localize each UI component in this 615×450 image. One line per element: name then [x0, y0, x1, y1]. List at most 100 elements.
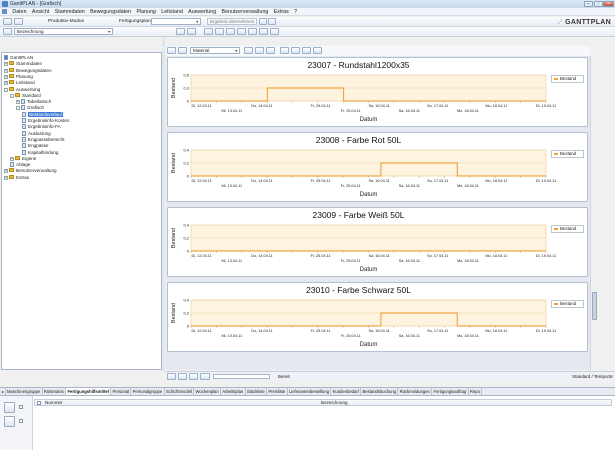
- tab-schichtmodell[interactable]: Schichtmodell: [165, 388, 195, 395]
- tab-lieferantenbestellung[interactable]: Lieferantenbestellung: [288, 388, 332, 395]
- tree-expander-icon[interactable]: +: [4, 68, 8, 73]
- nav-back-button[interactable]: [3, 18, 12, 25]
- tab-repo[interactable]: Repo: [469, 388, 483, 395]
- add-button[interactable]: [244, 47, 253, 54]
- tree-expander-icon[interactable]: +: [4, 62, 8, 67]
- maximize-button[interactable]: ▫: [594, 1, 603, 7]
- tool-button-3[interactable]: [204, 28, 213, 35]
- next-button[interactable]: [178, 47, 187, 54]
- column-bezeichnung[interactable]: Bezeichnung: [321, 400, 348, 405]
- tree-item-eigene[interactable]: + Eigene: [10, 155, 36, 162]
- menu-leitstand[interactable]: Leitstand: [161, 8, 183, 16]
- menu-ansicht[interactable]: Ansicht: [32, 8, 49, 16]
- tree-item-grafisch[interactable]: - Grafisch: [16, 105, 44, 111]
- status-button-2[interactable]: [178, 373, 187, 380]
- filter-button[interactable]: [280, 47, 289, 54]
- tree-expander-icon[interactable]: +: [4, 81, 8, 86]
- tab-personalgruppe[interactable]: Personalgruppe: [131, 388, 165, 395]
- tab-maschinengruppe[interactable]: Maschinengruppe: [6, 388, 43, 395]
- tree-item-engpass-bersicht[interactable]: Engpassübersicht: [22, 136, 65, 143]
- tree-item-leitstand[interactable]: + Leitstand: [4, 80, 35, 86]
- tab-r-stmatrix[interactable]: Rüstmatrix: [43, 388, 67, 395]
- tree-expander-icon[interactable]: -: [16, 106, 20, 111]
- tab-fertigungsauftrag[interactable]: Fertigungsauftrag: [432, 388, 469, 395]
- tree-expander-icon[interactable]: +: [4, 74, 8, 79]
- close-button[interactable]: ×: [603, 1, 614, 7]
- edit-checkbox[interactable]: [19, 419, 23, 423]
- tree-expander-icon[interactable]: -: [10, 93, 14, 98]
- tree-expander-icon[interactable]: +: [16, 100, 20, 105]
- menu-auswertung[interactable]: Auswertung: [188, 8, 216, 16]
- tab-personal[interactable]: Personal: [111, 388, 132, 395]
- export-button[interactable]: [302, 47, 311, 54]
- copy-button[interactable]: [291, 47, 300, 54]
- tree-expander-icon[interactable]: +: [4, 175, 8, 180]
- ergebnis-input[interactable]: Ergebnis übernehmen: [207, 18, 257, 25]
- tab-st-ckliste[interactable]: Stückliste: [246, 388, 268, 395]
- tab-bestandsbuchung[interactable]: Bestandsbuchung: [361, 388, 399, 395]
- tree-item-bewegungsdaten[interactable]: + Bewegungsdaten: [4, 67, 52, 74]
- tree-item-engp-sse[interactable]: Engpässe: [22, 143, 48, 149]
- remove-button[interactable]: [266, 47, 275, 54]
- refresh-checkbox[interactable]: [19, 405, 23, 409]
- tab-r-ckmeldungen[interactable]: Rückmeldungen: [398, 388, 433, 395]
- plan-select[interactable]: ▼: [151, 18, 201, 25]
- tree-item-extras[interactable]: + Extras: [4, 174, 29, 181]
- tool-button-8[interactable]: [259, 28, 268, 35]
- tab-kundenbedarf[interactable]: Kundenbedarf: [331, 388, 362, 395]
- tool-button-9[interactable]: [270, 28, 279, 35]
- tab-wochenplan[interactable]: Wochenplan: [194, 388, 221, 395]
- edit-button[interactable]: [4, 416, 15, 427]
- status-button-4[interactable]: [200, 373, 210, 380]
- tab-fertigungshilfsmittel[interactable]: Fertigungshilfsmittel: [66, 388, 112, 395]
- menu-planung[interactable]: Planung: [136, 8, 155, 16]
- tab-arbeitsplan[interactable]: Arbeitsplan: [221, 388, 246, 395]
- add-all-button[interactable]: [255, 47, 264, 54]
- tree-expander-icon[interactable]: -: [4, 87, 8, 92]
- vertical-scrollbar[interactable]: [590, 56, 598, 370]
- tree-item-standard[interactable]: - Standard: [10, 92, 41, 99]
- tree-item-ablage[interactable]: Ablage: [10, 162, 30, 168]
- tree-item-bestandsverlauf[interactable]: Bestandsverlauf: [22, 111, 63, 118]
- tool-button-1[interactable]: [176, 28, 185, 35]
- tree-expander-icon[interactable]: +: [4, 169, 8, 174]
- tree-item-ganttplan[interactable]: GanttPLAN: [4, 55, 33, 61]
- scrollbar-thumb[interactable]: [592, 292, 597, 320]
- tool-button-5[interactable]: [226, 28, 235, 35]
- print-button[interactable]: [313, 47, 322, 54]
- search-mode-button[interactable]: [3, 28, 12, 35]
- minimize-button[interactable]: –: [584, 1, 593, 7]
- nav-list-button[interactable]: [14, 18, 23, 25]
- refresh-button[interactable]: [4, 402, 15, 413]
- tree-item-ergebnisinfo-kosten[interactable]: Ergebnisinfo-Kosten: [22, 118, 69, 124]
- menu-bewegungsdaten[interactable]: Bewegungsdaten: [90, 8, 131, 16]
- search-field-select[interactable]: Bezeichnung ▼: [14, 28, 113, 35]
- tab-preisliste[interactable]: Preisliste: [267, 388, 288, 395]
- tool-button-4[interactable]: [215, 28, 224, 35]
- tree-item-kapitalbindung[interactable]: Kapitalbindung: [22, 149, 58, 156]
- select-all-checkbox[interactable]: [37, 401, 41, 405]
- tree-item-stammdaten[interactable]: + Stammdaten: [4, 61, 42, 67]
- tree-item-ergebnisinfo-fa[interactable]: Ergebnisinfo-FA: [22, 124, 61, 130]
- chart-scroll-area[interactable]: 23007 - Rundstahl1200x35 0,6 0,3 0 Bestand Di…: [166, 56, 590, 370]
- status-button-1[interactable]: [167, 373, 176, 380]
- menu-extras[interactable]: Extras: [274, 8, 289, 16]
- tool-button-7[interactable]: [248, 28, 257, 35]
- status-button-3[interactable]: [189, 373, 198, 380]
- prev-button[interactable]: [167, 47, 176, 54]
- tree-expander-icon[interactable]: +: [10, 156, 14, 161]
- tree-item-tabellarisch[interactable]: + Tabellarisch: [16, 99, 51, 105]
- toolbar-small-button-2[interactable]: [268, 18, 276, 25]
- menu-app-icon[interactable]: [2, 8, 7, 14]
- menu-benutzerverwaltung[interactable]: Benutzerverwaltung: [222, 8, 269, 16]
- toolbar-small-button-1[interactable]: [259, 18, 267, 25]
- menu-stammdaten[interactable]: Stammdaten: [55, 8, 85, 16]
- menu-daten[interactable]: Daten: [12, 8, 26, 16]
- tree-item-benutzerverwaltung[interactable]: + Benutzerverwaltung: [4, 168, 57, 174]
- column-nummer[interactable]: Nummer: [45, 400, 63, 405]
- tree-item-planung[interactable]: + Planung: [4, 73, 33, 80]
- tool-button-6[interactable]: [237, 28, 246, 35]
- tool-button-2[interactable]: [187, 28, 196, 35]
- panel-splitter[interactable]: [162, 37, 165, 372]
- material-select[interactable]: Material ▼: [190, 47, 240, 54]
